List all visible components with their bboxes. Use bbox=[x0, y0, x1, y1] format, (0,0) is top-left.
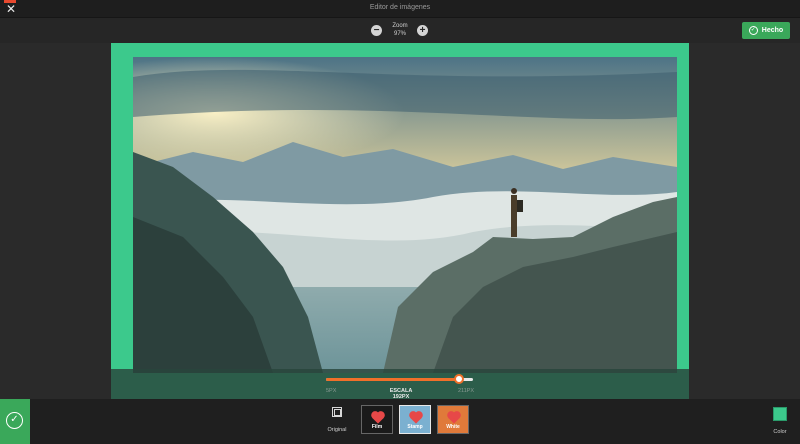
frame-canvas[interactable] bbox=[111, 43, 689, 399]
window-title: Editor de imágenes bbox=[369, 4, 431, 11]
zoom-value: 97% bbox=[393, 31, 406, 37]
original-label: Original bbox=[327, 427, 347, 433]
bottom-bar: ✓ Original Film Stamp White Color bbox=[0, 399, 800, 444]
frame-thumb-white[interactable]: White bbox=[437, 405, 469, 434]
original-button[interactable]: Original bbox=[326, 407, 348, 433]
thumb-caption: Stamp bbox=[407, 424, 423, 430]
scale-slider-thumb[interactable] bbox=[454, 374, 465, 384]
frame-thumb-stamp[interactable]: Stamp bbox=[399, 405, 431, 434]
color-swatch[interactable] bbox=[773, 407, 787, 421]
thumb-caption: White bbox=[446, 424, 460, 430]
title-bar: ✕ Editor de imágenes bbox=[0, 0, 800, 18]
slider-max-label: 211PX bbox=[458, 388, 475, 394]
zoom-readout: Zoom 97% bbox=[385, 22, 415, 38]
frame-thumbnails: Film Stamp White bbox=[361, 405, 469, 434]
scale-slider-fill bbox=[326, 378, 460, 381]
done-button[interactable]: ✓ Hecho bbox=[742, 22, 790, 39]
thumb-caption: Film bbox=[371, 424, 383, 430]
zoom-in-button[interactable]: + bbox=[417, 25, 428, 36]
toolbar: − Zoom 97% + ✓ Hecho bbox=[0, 18, 800, 43]
slider-min-label: 5PX bbox=[326, 388, 337, 394]
zoom-label: Zoom bbox=[392, 23, 408, 29]
photo bbox=[133, 57, 677, 373]
done-label: Hecho bbox=[761, 27, 784, 34]
image-editor: ✕ Editor de imágenes − Zoom 97% + ✓ Hech… bbox=[0, 0, 800, 444]
scale-slider-panel: 5PX ESCALA 192PX 211PX bbox=[111, 369, 689, 400]
zoom-out-button[interactable]: − bbox=[371, 25, 382, 36]
color-label: Color bbox=[773, 429, 787, 435]
check-circle-icon: ✓ bbox=[6, 412, 23, 429]
frame-thumb-film[interactable]: Film bbox=[361, 405, 393, 434]
check-circle-icon: ✓ bbox=[748, 26, 758, 35]
scale-slider-track[interactable] bbox=[326, 374, 473, 384]
editor-stage: 5PX ESCALA 192PX 211PX bbox=[0, 43, 800, 400]
color-picker[interactable]: Color bbox=[772, 407, 788, 435]
apply-button[interactable]: ✓ bbox=[0, 399, 30, 444]
original-frame-icon bbox=[332, 407, 342, 417]
